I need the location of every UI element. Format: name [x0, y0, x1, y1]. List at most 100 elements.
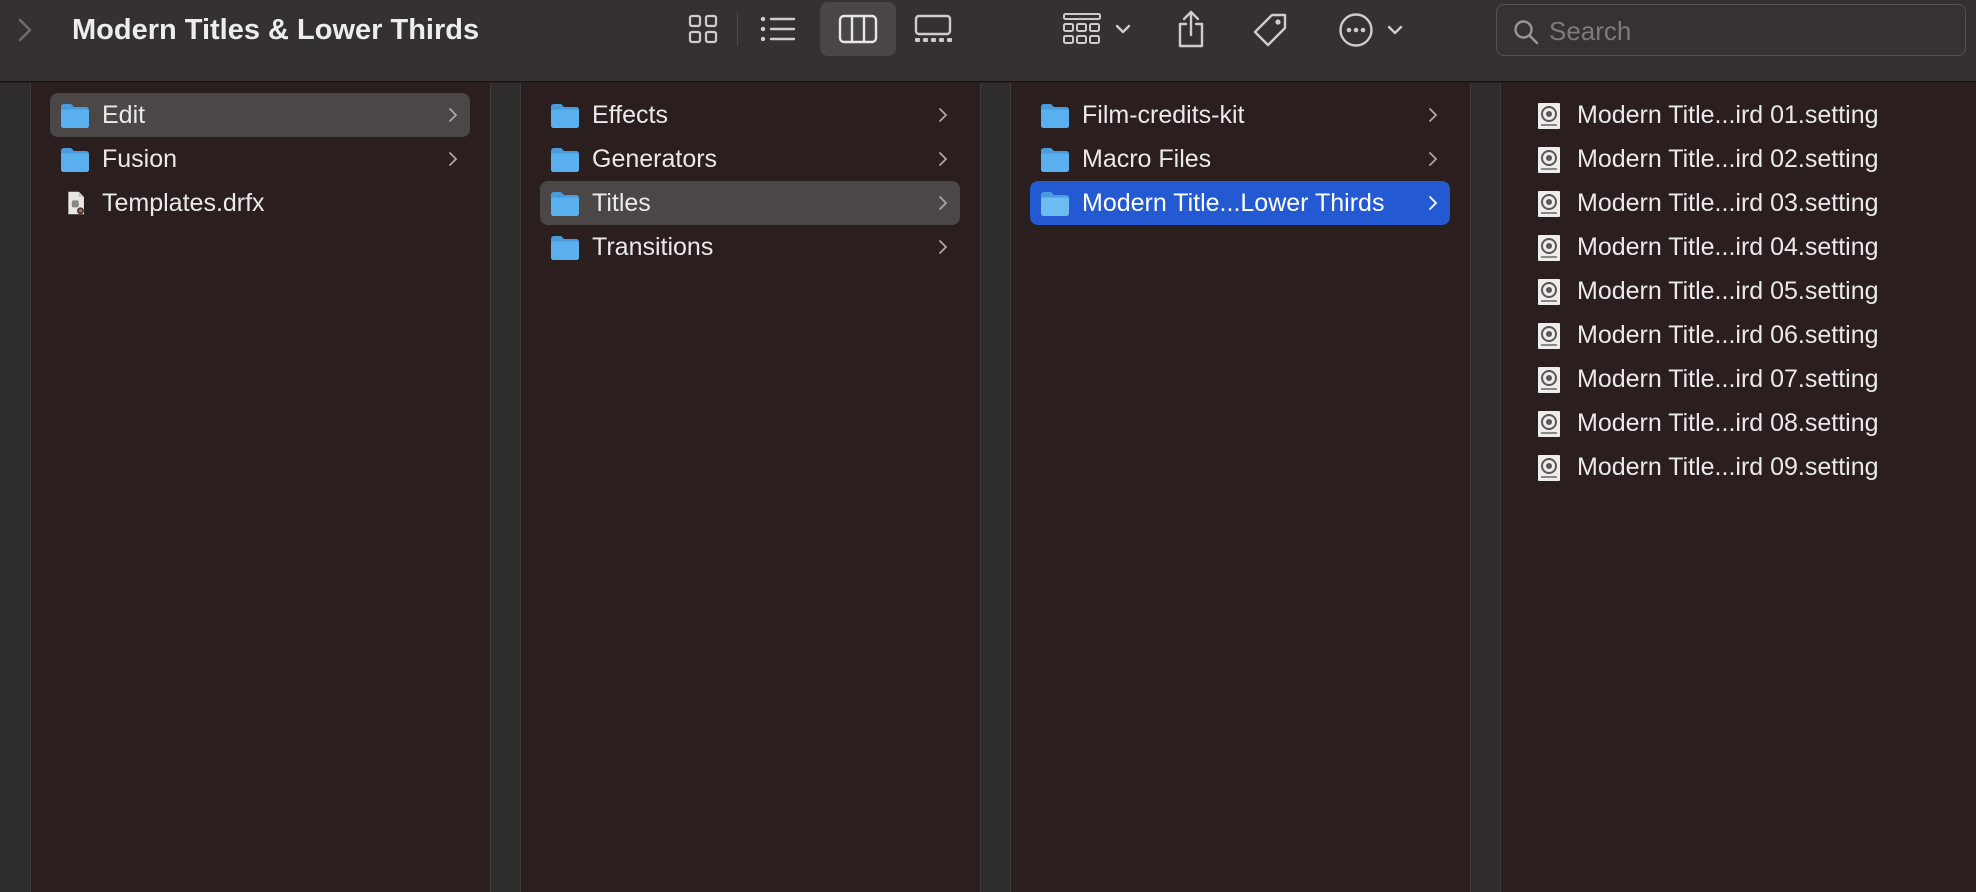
column-view-button[interactable] — [820, 2, 896, 56]
column-gutter — [1470, 83, 1500, 892]
folder-label: Edit — [102, 101, 146, 129]
file-label: Modern Title...ird 08.setting — [1577, 409, 1879, 437]
folder-icon — [551, 104, 579, 128]
setting-file-icon — [1538, 323, 1560, 349]
chevron-right-icon — [449, 152, 458, 166]
window-title: Modern Titles & Lower Thirds — [72, 14, 480, 46]
icon-view-button[interactable] — [680, 8, 726, 50]
group-button[interactable] — [1058, 8, 1136, 50]
file-row-setting-04[interactable]: Modern Title...ird 04.setting — [1501, 225, 1961, 269]
chevron-right-icon — [1429, 196, 1438, 210]
chevron-right-icon — [449, 108, 458, 122]
column-4: Modern Title...ird 01.setting Modern Tit… — [1501, 83, 1976, 892]
folder-icon — [551, 192, 579, 216]
chevron-right-icon — [939, 196, 948, 210]
folder-label: Fusion — [102, 145, 178, 173]
chevron-right-icon — [939, 108, 948, 122]
file-label: Modern Title...ird 04.setting — [1577, 233, 1879, 261]
file-row-setting-05[interactable]: Modern Title...ird 05.setting — [1501, 269, 1961, 313]
folder-label: Macro Files — [1082, 145, 1212, 173]
chevron-right-icon — [1429, 152, 1438, 166]
setting-file-icon — [1538, 279, 1560, 305]
folder-row-fusion[interactable]: Fusion — [50, 137, 470, 181]
chevron-right-icon — [939, 152, 948, 166]
folder-row-film-credits-kit[interactable]: Film-credits-kit — [1030, 93, 1450, 137]
column-gutter — [0, 83, 30, 892]
column-view-icon — [838, 14, 878, 44]
folder-row-transitions[interactable]: Transitions — [540, 225, 960, 269]
folder-icon — [551, 148, 579, 172]
file-row-setting-06[interactable]: Modern Title...ird 06.setting — [1501, 313, 1961, 357]
folder-label: Film-credits-kit — [1082, 101, 1245, 129]
folder-icon — [61, 104, 89, 128]
folder-label: Titles — [592, 189, 651, 217]
file-row-setting-09[interactable]: Modern Title...ird 09.setting — [1501, 445, 1961, 489]
more-icon — [1339, 13, 1373, 47]
folder-row-generators[interactable]: Generators — [540, 137, 960, 181]
file-row-templates[interactable]: Templates.drfx — [50, 181, 470, 225]
document-icon — [68, 191, 84, 215]
folder-icon — [1041, 104, 1069, 128]
folder-row-titles[interactable]: Titles — [540, 181, 960, 225]
chevron-right-icon — [939, 240, 948, 254]
share-icon — [1178, 10, 1204, 48]
chevron-back-icon[interactable] — [12, 14, 36, 46]
setting-file-icon — [1538, 235, 1560, 261]
chevron-down-icon — [1115, 24, 1131, 34]
folder-row-edit[interactable]: Edit — [50, 93, 470, 137]
folder-label: Generators — [592, 145, 718, 173]
setting-file-icon — [1538, 147, 1560, 173]
setting-file-icon — [1538, 455, 1560, 481]
setting-file-icon — [1538, 411, 1560, 437]
file-row-setting-08[interactable]: Modern Title...ird 08.setting — [1501, 401, 1961, 445]
tag-button[interactable] — [1248, 8, 1292, 52]
column-divider — [980, 83, 981, 892]
folder-row-modern-titles-selected[interactable]: Modern Title...Lower Thirds — [1030, 181, 1450, 225]
search-icon — [1514, 20, 1539, 45]
toolbar-separator — [737, 12, 738, 46]
folder-row-effects[interactable]: Effects — [540, 93, 960, 137]
file-label: Modern Title...ird 02.setting — [1577, 145, 1879, 173]
tag-icon — [1253, 13, 1287, 47]
folder-row-macro-files[interactable]: Macro Files — [1030, 137, 1450, 181]
column-gutter — [980, 83, 1010, 892]
search-input[interactable] — [1549, 13, 1949, 49]
column-divider — [1470, 83, 1471, 892]
file-row-setting-02[interactable]: Modern Title...ird 02.setting — [1501, 137, 1961, 181]
group-icon — [1063, 13, 1101, 44]
icon-view-icon — [688, 14, 718, 44]
setting-file-icon — [1538, 367, 1560, 393]
file-row-setting-03[interactable]: Modern Title...ird 03.setting — [1501, 181, 1961, 225]
folder-label: Transitions — [592, 233, 714, 261]
share-button[interactable] — [1170, 6, 1212, 52]
setting-file-icon — [1538, 191, 1560, 217]
file-label: Modern Title...ird 03.setting — [1577, 189, 1879, 217]
file-row-setting-07[interactable]: Modern Title...ird 07.setting — [1501, 357, 1961, 401]
list-view-button[interactable] — [752, 8, 804, 50]
setting-file-icon — [1538, 103, 1560, 129]
folder-label: Modern Title...Lower Thirds — [1082, 189, 1385, 217]
column-divider — [490, 83, 491, 892]
file-label: Modern Title...ird 01.setting — [1577, 101, 1879, 129]
toolbar: Modern Titles & Lower Thirds — [0, 0, 1976, 82]
file-label: Modern Title...ird 06.setting — [1577, 321, 1879, 349]
list-view-icon — [760, 16, 796, 42]
folder-icon — [1041, 192, 1069, 216]
folder-icon — [1041, 148, 1069, 172]
gallery-view-button[interactable] — [910, 8, 956, 50]
gallery-view-icon — [914, 14, 952, 42]
more-button[interactable] — [1334, 8, 1408, 52]
folder-label: Effects — [592, 101, 668, 129]
column-3: Film-credits-kit Macro Files Modern Titl… — [1011, 83, 1470, 892]
finder-window: Modern Titles & Lower Thirds Search Edit… — [0, 0, 1976, 892]
file-label: Modern Title...ird 05.setting — [1577, 277, 1879, 305]
folder-icon — [551, 236, 579, 260]
folder-icon — [61, 148, 89, 172]
search-field[interactable] — [1496, 4, 1966, 56]
file-row-setting-01[interactable]: Modern Title...ird 01.setting — [1501, 93, 1961, 137]
column-gutter — [490, 83, 520, 892]
chevron-right-icon — [1429, 108, 1438, 122]
file-label: Templates.drfx — [102, 189, 265, 217]
chevron-down-icon — [1387, 25, 1403, 35]
file-label: Modern Title...ird 09.setting — [1577, 453, 1879, 481]
